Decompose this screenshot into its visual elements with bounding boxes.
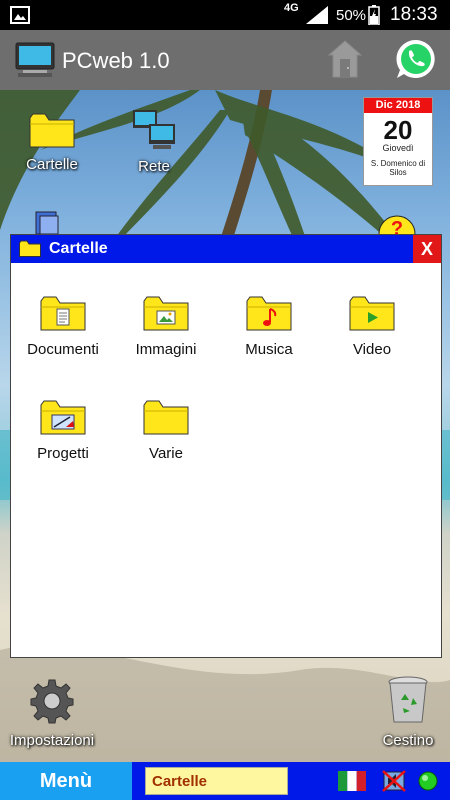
battery-percentage: 50% <box>336 7 367 24</box>
documents-folder-icon <box>40 296 86 331</box>
computer-logo-icon <box>15 42 55 77</box>
partial-icon <box>35 211 59 234</box>
desktop-icon-impostazioni[interactable]: Impostazioni <box>2 678 102 749</box>
taskbar: Menù Cartelle <box>0 762 450 800</box>
desktop-icon-cartelle[interactable]: Cartelle <box>2 112 102 173</box>
status-bar: 4G 50% 18:33 <box>0 0 450 30</box>
folder-icon <box>19 240 41 257</box>
app-bar: PCweb 1.0 <box>0 30 450 90</box>
folder-varie[interactable]: Varie <box>114 399 218 462</box>
network-type: 4G <box>284 2 299 14</box>
calendar-weekday: Giovedì <box>382 143 414 153</box>
folder-immagini[interactable]: Immagini <box>114 295 218 358</box>
folder-documenti[interactable]: Documenti <box>11 295 115 358</box>
network-icon <box>133 110 175 149</box>
recycle-bin-icon <box>388 676 428 723</box>
music-folder-icon <box>246 296 292 331</box>
close-button[interactable]: X <box>413 235 441 263</box>
misc-folder-icon <box>143 400 189 435</box>
gallery-notification-icon <box>10 6 30 24</box>
signal-icon <box>306 6 328 24</box>
calendar-month: Dic 2018 <box>364 98 432 113</box>
sound-off-icon[interactable] <box>382 770 406 792</box>
menu-button[interactable]: Menù <box>0 762 132 800</box>
app-title: PCweb 1.0 <box>62 48 170 73</box>
home-icon[interactable] <box>328 40 362 78</box>
folder-musica[interactable]: Musica <box>217 295 321 358</box>
desktop-icon-rete[interactable]: Rete <box>104 108 204 175</box>
calendar-saint: S. Domenico di Silos <box>370 159 426 177</box>
gear-icon <box>30 679 74 724</box>
desktop-icon-cestino[interactable]: Cestino <box>358 676 450 749</box>
images-folder-icon <box>143 296 189 331</box>
folder-video[interactable]: Video <box>320 295 424 358</box>
folder-icon <box>29 113 75 148</box>
cartelle-window: Cartelle X Documenti Immagini Musica Vid… <box>10 234 442 658</box>
taskbar-item-cartelle[interactable]: Cartelle <box>145 767 288 795</box>
whatsapp-icon[interactable] <box>395 38 437 80</box>
window-title: Cartelle <box>49 240 108 257</box>
folder-progetti[interactable]: Progetti <box>11 399 115 462</box>
battery-icon <box>368 5 380 25</box>
projects-folder-icon <box>40 400 86 435</box>
calendar-day: 20 <box>383 115 413 145</box>
italian-flag-icon[interactable] <box>338 771 366 791</box>
calendar-widget[interactable]: Dic 2018 20 Giovedì S. Domenico di Silos <box>363 97 433 186</box>
video-folder-icon <box>349 296 395 331</box>
window-titlebar[interactable]: Cartelle X <box>11 235 441 263</box>
help-icon: ? <box>378 215 416 236</box>
online-status-icon <box>418 771 438 791</box>
clock: 18:33 <box>390 4 438 25</box>
